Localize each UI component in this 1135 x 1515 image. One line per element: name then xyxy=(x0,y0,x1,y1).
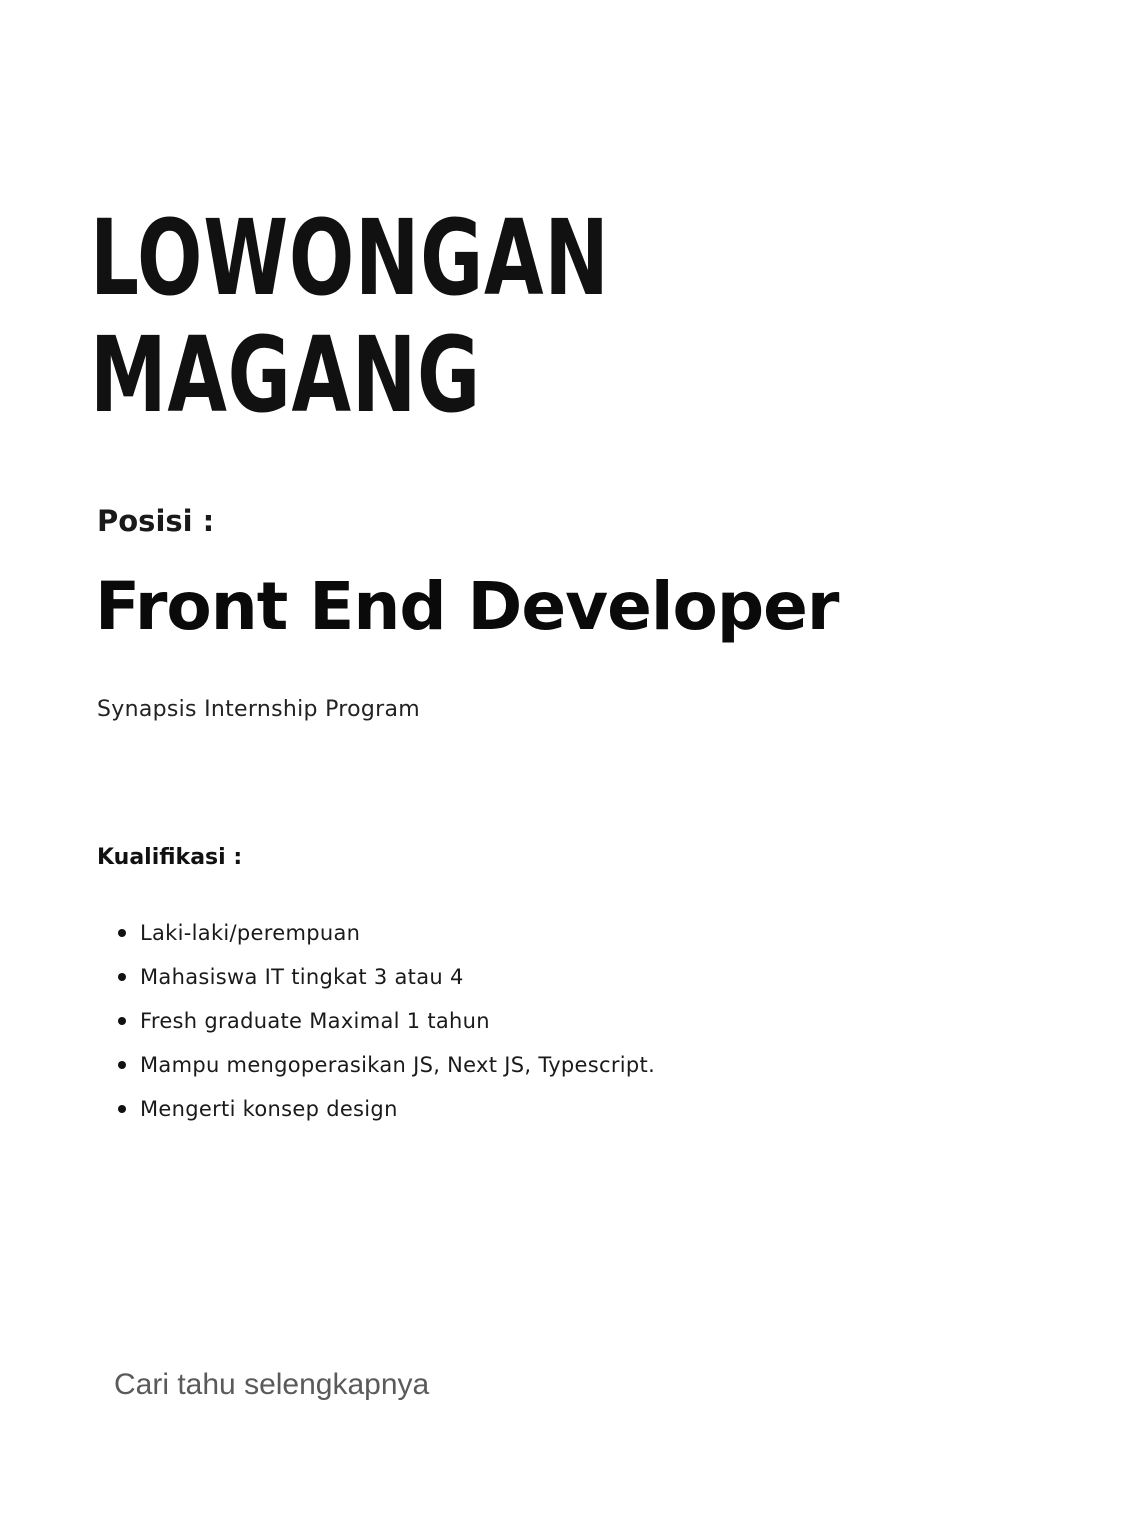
qualification-text: Mahasiswa IT tingkat 3 atau 4 xyxy=(140,965,464,989)
qualification-text: Mengerti konsep design xyxy=(140,1097,398,1121)
qualifications-list: Laki-laki/perempuan Mahasiswa IT tingkat… xyxy=(118,917,655,1137)
qualification-text: Fresh graduate Maximal 1 tahun xyxy=(140,1009,490,1033)
position-label: Posisi : xyxy=(97,504,215,538)
bullet-icon xyxy=(118,929,126,937)
headline-line-1: LOWONGAN xyxy=(90,197,610,319)
learn-more-link[interactable]: Cari tahu selengkapnya xyxy=(114,1365,429,1405)
qualification-item: Fresh graduate Maximal 1 tahun xyxy=(118,1005,655,1049)
bullet-icon xyxy=(118,1017,126,1025)
program-name: Synapsis Internship Program xyxy=(97,697,420,722)
qualifications-label: Kualifikasi : xyxy=(97,845,243,870)
position-title: Front End Developer xyxy=(95,568,839,645)
qualification-item: Mampu mengoperasikan JS, Next JS, Typesc… xyxy=(118,1049,655,1093)
qualification-item: Laki-laki/perempuan xyxy=(118,917,655,961)
bullet-icon xyxy=(118,973,126,981)
headline: LOWONGAN MAGANG xyxy=(90,200,610,434)
bullet-icon xyxy=(118,1061,126,1069)
bullet-icon xyxy=(118,1105,126,1113)
qualification-item: Mengerti konsep design xyxy=(118,1093,655,1137)
qualification-item: Mahasiswa IT tingkat 3 atau 4 xyxy=(118,961,655,1005)
headline-line-2: MAGANG xyxy=(90,314,481,436)
qualification-text: Mampu mengoperasikan JS, Next JS, Typesc… xyxy=(140,1053,656,1077)
qualification-text: Laki-laki/perempuan xyxy=(140,921,361,945)
